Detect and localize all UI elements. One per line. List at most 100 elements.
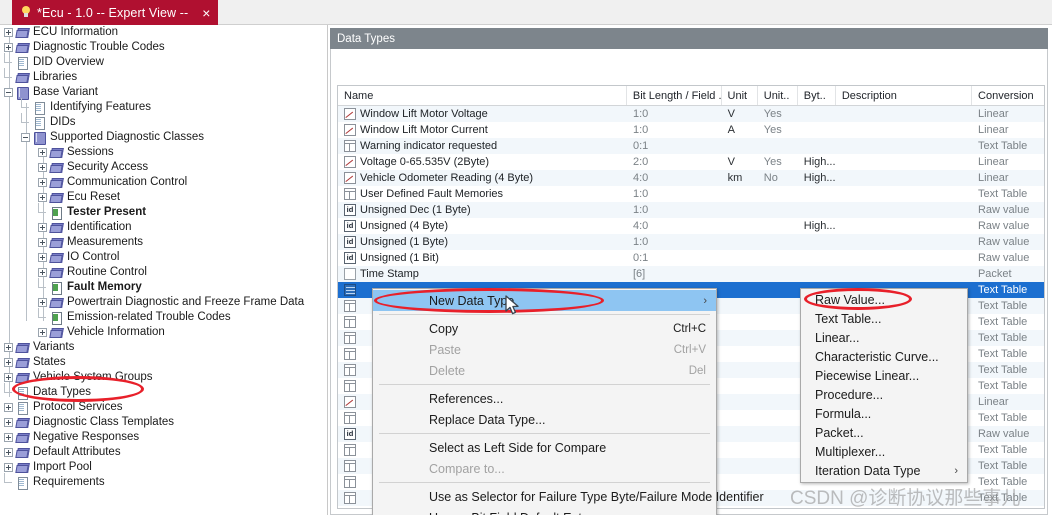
tree-list[interactable]: ECU Information Diagnostic Trouble Codes D… <box>0 25 327 490</box>
grid-column-header[interactable]: Conversion <box>972 86 1044 105</box>
project-tree-panel[interactable]: ECU Information Diagnostic Trouble Codes D… <box>0 25 328 515</box>
context-menu-item[interactable]: New Data Type › <box>373 290 716 311</box>
expand-plus-icon[interactable] <box>4 43 13 52</box>
table-row[interactable]: Vehicle Odometer Reading (4 Byte) 4:0 km No… <box>338 170 1044 186</box>
expand-plus-icon[interactable] <box>38 178 47 187</box>
expand-plus-icon[interactable] <box>4 463 13 472</box>
context-menu-item[interactable]: References... <box>373 388 716 409</box>
close-icon[interactable]: × <box>202 6 210 20</box>
tree-item[interactable]: Diagnostic Class Templates <box>0 415 327 430</box>
context-menu-item[interactable]: Replace Data Type... <box>373 409 716 430</box>
context-menu-item[interactable]: Use as Bit Field Default Entry <box>373 507 716 515</box>
tree-item[interactable]: Supported Diagnostic Classes <box>0 130 327 145</box>
expand-plus-icon[interactable] <box>38 268 47 277</box>
tree-item[interactable]: Tester Present <box>0 203 327 220</box>
tree-item[interactable]: Vehicle System Groups <box>0 370 327 385</box>
expand-plus-icon[interactable] <box>38 298 47 307</box>
collapse-minus-icon[interactable] <box>21 133 30 142</box>
tree-item[interactable]: Libraries <box>0 68 327 85</box>
expand-plus-icon[interactable] <box>38 253 47 262</box>
tree-item[interactable]: Powertrain Diagnostic and Freeze Frame D… <box>0 295 327 310</box>
expand-plus-icon[interactable] <box>4 343 13 352</box>
table-row[interactable]: Window Lift Motor Voltage 1:0 V Yes Linear <box>338 106 1044 122</box>
table-row[interactable]: Time Stamp [6] Packet <box>338 266 1044 282</box>
table-row[interactable]: id Unsigned (1 Byte) 1:0 Raw value <box>338 234 1044 250</box>
context-menu-item[interactable]: Select as Left Side for Compare <box>373 437 716 458</box>
tree-item[interactable]: Security Access <box>0 160 327 175</box>
tree-item[interactable]: Default Attributes <box>0 445 327 460</box>
submenu-item[interactable]: Raw Value... <box>801 290 967 309</box>
table-row[interactable]: id Unsigned (1 Bit) 0:1 Raw value <box>338 250 1044 266</box>
table-row[interactable]: id Unsigned (4 Byte) 4:0 High... Raw value <box>338 218 1044 234</box>
context-menu-item[interactable]: Use as Selector for Failure Type Byte/Fa… <box>373 486 764 507</box>
tree-item[interactable]: Protocol Services <box>0 400 327 415</box>
menu-shortcut-label: Ctrl+C <box>673 322 706 335</box>
submenu-item[interactable]: Multiplexer... <box>801 442 967 461</box>
document-tab[interactable]: *Ecu - 1.0 -- Expert View -- × <box>12 0 219 25</box>
grid-column-header[interactable]: Unit.. <box>758 86 798 105</box>
tree-item[interactable]: Sessions <box>0 145 327 160</box>
cell-name: Window Lift Motor Voltage <box>338 106 627 122</box>
expand-plus-icon[interactable] <box>4 373 13 382</box>
context-menu-item[interactable]: Copy Ctrl+C <box>373 318 716 339</box>
table-row[interactable]: id Unsigned Dec (1 Byte) 1:0 Raw value <box>338 202 1044 218</box>
tree-item[interactable]: Identifying Features <box>0 98 327 115</box>
expand-plus-icon[interactable] <box>38 223 47 232</box>
submenu-item[interactable]: Procedure... <box>801 385 967 404</box>
tree-item[interactable]: ECU Information <box>0 25 327 40</box>
expand-plus-icon[interactable] <box>38 328 47 337</box>
tree-item[interactable]: Emission-related Trouble Codes <box>0 308 327 325</box>
expand-plus-icon[interactable] <box>4 403 13 412</box>
submenu-item[interactable]: Piecewise Linear... <box>801 366 967 385</box>
tree-item[interactable]: Fault Memory <box>0 278 327 295</box>
expand-plus-icon[interactable] <box>38 163 47 172</box>
expand-plus-icon[interactable] <box>4 448 13 457</box>
submenu-item[interactable]: Iteration Data Type › <box>801 461 967 480</box>
submenu-item[interactable]: Linear... <box>801 328 967 347</box>
tree-item[interactable]: Negative Responses <box>0 430 327 445</box>
expand-plus-icon[interactable] <box>4 358 13 367</box>
expand-plus-icon[interactable] <box>38 148 47 157</box>
grid-header-row[interactable]: Name Bit Length / Field ... Unit Unit.. Byt.… <box>338 86 1044 106</box>
tree-item[interactable]: Base Variant <box>0 85 327 100</box>
tree-item[interactable]: DID Overview <box>0 53 327 70</box>
table-row[interactable]: Warning indicator requested 0:1 Text Table <box>338 138 1044 154</box>
expand-plus-icon[interactable] <box>4 418 13 427</box>
tree-item[interactable]: Identification <box>0 220 327 235</box>
expand-plus-icon[interactable] <box>4 433 13 442</box>
submenu-item-label: Text Table... <box>815 311 882 326</box>
expand-plus-icon[interactable] <box>4 28 13 37</box>
grid-column-header[interactable]: Name <box>338 86 627 105</box>
cell-conversion: Text Table <box>977 316 1028 328</box>
expand-plus-icon[interactable] <box>38 238 47 247</box>
expand-plus-icon[interactable] <box>38 193 47 202</box>
table-row[interactable]: Window Lift Motor Current 1:0 A Yes Linear <box>338 122 1044 138</box>
tree-item[interactable]: Communication Control <box>0 175 327 190</box>
tree-item[interactable]: Vehicle Information <box>0 325 327 340</box>
tree-item[interactable]: IO Control <box>0 250 327 265</box>
tree-item[interactable]: States <box>0 355 327 370</box>
submenu-item[interactable]: Text Table... <box>801 309 967 328</box>
new-data-type-submenu[interactable]: Raw Value... Text Table... Linear... Charac… <box>800 288 968 483</box>
tree-item[interactable]: Data Types <box>0 383 327 400</box>
tree-item[interactable]: Ecu Reset <box>0 190 327 205</box>
tree-item[interactable]: Requirements <box>0 473 327 490</box>
tree-item[interactable]: Routine Control <box>0 265 327 280</box>
tree-item[interactable]: Diagnostic Trouble Codes <box>0 40 327 55</box>
collapse-minus-icon[interactable] <box>4 88 13 97</box>
grid-column-header[interactable]: Byt.. <box>798 86 836 105</box>
grid-column-header[interactable]: Description <box>836 86 973 105</box>
tree-item[interactable]: Import Pool <box>0 460 327 475</box>
tree-item[interactable]: Measurements <box>0 235 327 250</box>
cell-unit: km <box>727 172 743 184</box>
context-menu[interactable]: New Data Type › Copy Ctrl+C Paste Ctrl+V Delet… <box>372 288 764 515</box>
table-row[interactable]: User Defined Fault Memories 1:0 Text Table <box>338 186 1044 202</box>
grid-column-header[interactable]: Bit Length / Field ... <box>627 86 722 105</box>
tree-item[interactable]: DIDs <box>0 113 327 130</box>
tree-item[interactable]: Variants <box>0 340 327 355</box>
table-row[interactable]: Voltage 0-65.535V (2Byte) 2:0 V Yes High... L… <box>338 154 1044 170</box>
grid-column-header[interactable]: Unit <box>722 86 758 105</box>
submenu-item[interactable]: Characteristic Curve... <box>801 347 967 366</box>
submenu-item[interactable]: Packet... <box>801 423 967 442</box>
submenu-item[interactable]: Formula... <box>801 404 967 423</box>
